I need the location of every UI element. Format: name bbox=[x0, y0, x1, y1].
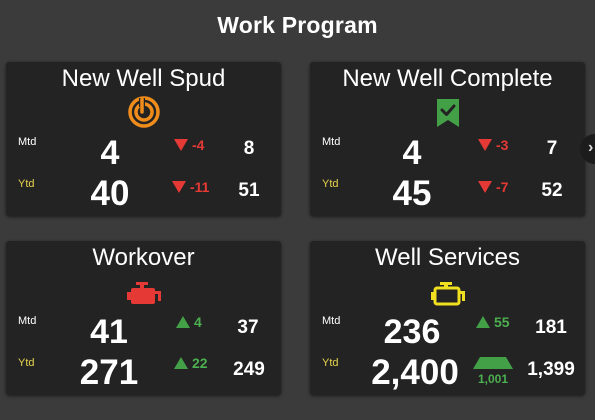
mtd-previous: 37 bbox=[237, 317, 259, 338]
mtd-delta: -3 bbox=[478, 137, 508, 153]
mtd-value: 4 bbox=[100, 134, 120, 172]
card-workover[interactable]: Workover Mtd 41 4 37 Ytd 271 22 249 bbox=[6, 241, 281, 395]
ytd-delta-value: 22 bbox=[192, 355, 208, 371]
engine-icon bbox=[127, 282, 161, 304]
card-well-services[interactable]: Well Services Mtd 236 55 181 Ytd 2,400 1… bbox=[310, 241, 585, 395]
mtd-previous: 8 bbox=[243, 138, 255, 159]
mtd-delta-value: 55 bbox=[494, 314, 510, 330]
mtd-delta-value: 4 bbox=[194, 314, 202, 330]
mtd-label: Mtd bbox=[18, 315, 37, 327]
ytd-delta-value: 1,001 bbox=[477, 372, 509, 386]
down-arrow-icon bbox=[478, 181, 492, 193]
mtd-delta: -4 bbox=[174, 137, 204, 153]
card-title: Well Services bbox=[375, 244, 520, 271]
page-title: Work Program bbox=[217, 12, 378, 38]
down-arrow-icon bbox=[172, 181, 186, 193]
ytd-value: 40 bbox=[90, 174, 130, 213]
mtd-delta-value: -4 bbox=[192, 137, 205, 153]
up-arrow-icon bbox=[176, 316, 190, 328]
up-arrow-icon bbox=[473, 357, 513, 369]
card-title: Workover bbox=[92, 244, 195, 271]
ytd-previous: 51 bbox=[238, 180, 260, 201]
up-arrow-icon bbox=[174, 357, 188, 369]
spud-target-icon bbox=[128, 96, 160, 128]
ytd-delta: 22 bbox=[174, 355, 208, 371]
ytd-label: Ytd bbox=[18, 357, 35, 369]
ytd-value: 45 bbox=[392, 174, 432, 213]
mtd-value: 4 bbox=[402, 134, 422, 172]
ytd-label: Ytd bbox=[322, 178, 339, 190]
card-title: New Well Spud bbox=[61, 65, 226, 92]
ytd-value: 2,400 bbox=[371, 353, 459, 392]
card-title: New Well Complete bbox=[342, 65, 553, 92]
engine-icon bbox=[431, 282, 465, 306]
ytd-label: Ytd bbox=[322, 357, 339, 369]
mtd-label: Mtd bbox=[322, 315, 341, 327]
mtd-previous: 181 bbox=[535, 317, 567, 338]
ytd-value: 271 bbox=[79, 353, 139, 392]
mtd-value: 41 bbox=[90, 313, 128, 351]
mtd-delta-value: -3 bbox=[496, 137, 509, 153]
chevron-right-icon: › bbox=[588, 139, 594, 156]
ytd-previous: 249 bbox=[233, 359, 265, 380]
mtd-label: Mtd bbox=[322, 136, 341, 148]
ytd-delta-value: -7 bbox=[496, 179, 509, 195]
mtd-delta: 55 bbox=[476, 314, 510, 330]
checkmark-bookmark-icon bbox=[437, 99, 459, 127]
ytd-delta: -11 bbox=[172, 179, 209, 195]
ytd-delta: 1,001 bbox=[473, 357, 513, 386]
up-arrow-icon bbox=[476, 316, 490, 328]
down-arrow-icon bbox=[478, 139, 492, 151]
ytd-delta-value: -11 bbox=[190, 179, 210, 195]
mtd-label: Mtd bbox=[18, 136, 37, 148]
card-new-well-complete[interactable]: New Well Complete Mtd 4 -3 7 Ytd 45 -7 5… bbox=[310, 62, 585, 216]
mtd-delta: 4 bbox=[176, 314, 202, 330]
ytd-previous: 1,399 bbox=[527, 359, 575, 380]
ytd-previous: 52 bbox=[541, 180, 563, 201]
down-arrow-icon bbox=[174, 139, 188, 151]
card-new-well-spud[interactable]: New Well Spud Mtd 4 -4 8 Ytd 40 -11 51 bbox=[6, 62, 281, 216]
mtd-value: 236 bbox=[383, 313, 441, 351]
mtd-previous: 7 bbox=[546, 138, 558, 159]
ytd-delta: -7 bbox=[478, 179, 508, 195]
ytd-label: Ytd bbox=[18, 178, 35, 190]
